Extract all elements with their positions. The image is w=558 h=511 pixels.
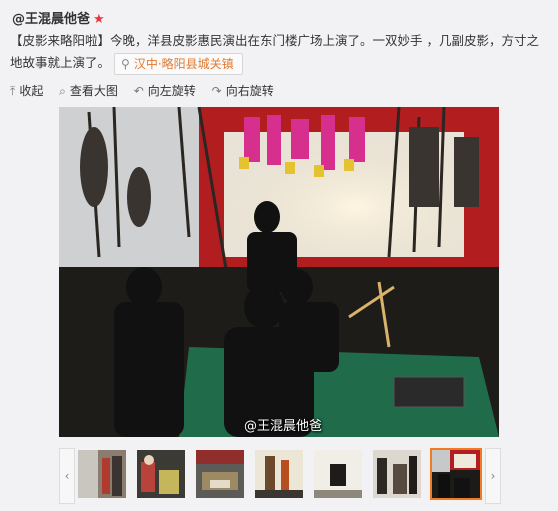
photo-watermark: @王混晨他爸 [244,419,323,434]
rotate-left-button[interactable]: ↶ 向左旋转 [134,82,196,100]
thumbnail-image [255,450,303,498]
rotate-right-button[interactable]: ↷ 向右旋转 [212,82,274,100]
location-tag[interactable]: ⚲ 汉中·略阳县城关镇 [114,52,243,75]
post-author[interactable]: @王混晨他爸 ★ [12,8,105,27]
search-icon: ⌕ [59,84,66,98]
thumbnail-4[interactable] [255,450,303,498]
next-thumbnail-button[interactable]: › [485,448,501,504]
post-body: 【皮影来略阳啦】今晚，洋县皮影惠民演出在东门楼广场上演了。一双妙手 ，几副皮影，… [10,33,539,70]
thumbnail-7-selected[interactable] [430,448,482,500]
arrow-up-icon: ⤒ [10,84,16,98]
thumbnail-image [314,450,362,498]
prev-thumbnail-button[interactable]: ‹ [59,448,75,504]
author-name[interactable]: @王混晨他爸 [12,12,90,27]
thumbnail-1[interactable] [78,450,126,498]
location-pin-icon: ⚲ [121,56,130,71]
thumbnail-strip: ‹ › [59,448,501,504]
thumbnail-3[interactable] [196,450,244,498]
location-label: 汉中·略阳县城关镇 [133,56,234,71]
thumbnail-2[interactable] [137,450,185,498]
thumbnail-image [196,450,244,498]
rotate-left-icon: ↶ [133,84,144,98]
collapse-button[interactable]: ⤒ 收起 [10,82,43,100]
main-photo[interactable]: @王混晨他爸 [59,107,499,437]
star-icon: ★ [93,12,105,27]
thumbnail-image [137,450,185,498]
chevron-right-icon: › [490,469,496,483]
thumbnail-image [78,450,126,498]
thumbnail-5[interactable] [314,450,362,498]
thumbnail-6[interactable] [373,450,421,498]
view-large-button[interactable]: ⌕ 查看大图 [59,82,118,100]
shadow-puppet-photo [59,107,499,437]
rotate-right-icon: ↷ [211,84,222,98]
post-text: 【皮影来略阳啦】今晚，洋县皮影惠民演出在东门楼广场上演了。一双妙手 ，几副皮影，… [10,30,550,75]
chevron-left-icon: ‹ [64,469,70,483]
image-toolbar: ⤒ 收起 ⌕ 查看大图 ↶ 向左旋转 ↷ 向右旋转 [10,82,286,100]
thumbnail-image [373,450,421,498]
thumbnail-image [432,450,480,498]
